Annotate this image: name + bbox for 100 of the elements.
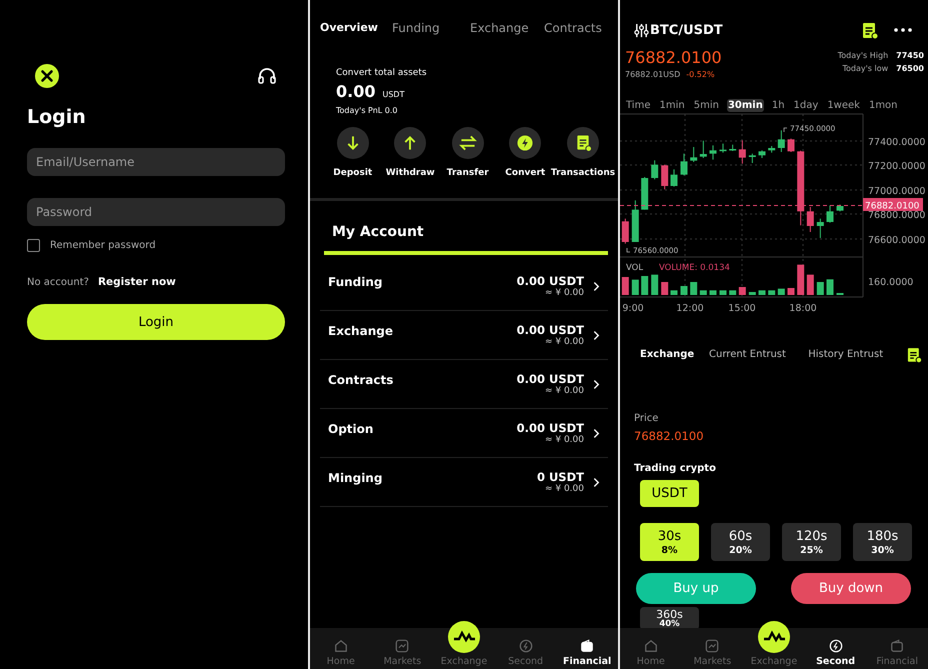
wallet-icon [890, 639, 904, 653]
checkbox[interactable] [27, 239, 40, 252]
clipboard-icon[interactable] [907, 346, 922, 363]
volume-bar [816, 282, 824, 295]
account-row[interactable]: Exchange 0.00 USDT ≈ ¥ 0.00 [320, 311, 608, 360]
sliders-icon[interactable] [634, 22, 649, 38]
volume-bar [641, 276, 648, 295]
lightning-icon [828, 639, 843, 653]
account-row[interactable]: Contracts 0.00 USDT ≈ ¥ 0.00 [320, 360, 608, 409]
candle [622, 218, 629, 244]
duration-option[interactable]: 120s 25% [782, 523, 841, 561]
interval-tab[interactable]: 1mon [868, 99, 899, 112]
account-name: Funding [328, 275, 384, 289]
login-button[interactable]: Login [27, 304, 285, 340]
axis-label: 18:00 [789, 303, 817, 312]
tab[interactable]: History Entrust [808, 349, 908, 360]
register-link[interactable]: Register now [98, 276, 176, 288]
account-amount: 0.00 USDT [516, 421, 584, 435]
candle [748, 153, 756, 164]
candle [826, 204, 834, 224]
tab[interactable]: Overview [320, 21, 392, 35]
duration-option[interactable]: 360s 40% [640, 607, 699, 630]
headphones-icon[interactable] [257, 67, 277, 85]
fiat-amount: ≈ ¥ 0.00 [544, 386, 584, 396]
volume-bar [768, 290, 776, 295]
interval-tab[interactable]: 5min [692, 99, 720, 112]
action-label: Withdraw [386, 168, 435, 178]
chevron-right-icon [593, 280, 600, 292]
home-icon [334, 639, 348, 653]
lightning-icon[interactable] [509, 127, 542, 159]
axis-label: 77200.0000 [868, 161, 926, 172]
pair-title: BTC/USDT [650, 22, 723, 38]
candle [816, 218, 824, 238]
stat-label: Today's low [842, 64, 888, 73]
candle [641, 176, 648, 210]
more-icon[interactable] [894, 28, 912, 32]
price-label: Price [634, 413, 660, 424]
page-title: Login [27, 106, 87, 128]
chart-icon [705, 639, 720, 653]
candle [720, 143, 726, 154]
fiat-amount: ≈ ¥ 0.00 [544, 435, 584, 445]
nav-item[interactable]: Financial [558, 639, 616, 667]
interval-tab[interactable]: Time [625, 99, 652, 112]
volume-bar [797, 264, 804, 295]
account-amount: 0.00 USDT [516, 323, 584, 337]
volume-bar [622, 277, 629, 295]
tab[interactable]: Exchange [640, 349, 710, 360]
total-value: 0.00 [336, 82, 376, 101]
transfer-icon[interactable] [452, 127, 484, 159]
volume-bar [632, 280, 639, 295]
axis-label: 12:00 [676, 303, 704, 312]
volume-bar [729, 290, 736, 295]
duration-option[interactable]: 60s 20% [711, 523, 770, 561]
volume-label: VOL [626, 263, 644, 273]
account-row[interactable]: Funding 0.00 USDT ≈ ¥ 0.00 [320, 262, 608, 311]
nav-item[interactable]: Second [806, 639, 865, 667]
interval-tab[interactable]: 1week [826, 99, 861, 112]
interval-tab[interactable]: 30min [726, 99, 764, 112]
currency-unit: USDT [382, 90, 404, 99]
account-name: Minging [328, 471, 384, 485]
tab[interactable]: Contracts [544, 21, 618, 35]
account-amount: 0 USDT [536, 470, 584, 484]
tab[interactable]: Exchange [470, 21, 544, 35]
account-row[interactable]: Minging 0 USDT ≈ ¥ 0.00 [320, 458, 608, 507]
close-icon[interactable] [35, 64, 59, 88]
candle [836, 204, 844, 212]
interval-tab[interactable]: 1min [658, 99, 686, 112]
account-name: Exchange [328, 324, 394, 338]
axis-label: 9:00 [622, 303, 644, 312]
chevron-right-icon [593, 476, 600, 488]
volume-bar [778, 288, 785, 295]
candle [670, 168, 678, 188]
section-title: My Account [332, 224, 425, 240]
wallet-icon [580, 639, 594, 653]
duration-option[interactable]: 30s 8% [640, 523, 699, 561]
tab[interactable]: Current Entrust [709, 349, 808, 360]
volume-bar [748, 292, 756, 295]
clipboard-icon[interactable] [567, 127, 599, 159]
section-label: Trading crypto [634, 463, 717, 474]
chart-icon [395, 639, 410, 653]
arrow-up-icon[interactable] [394, 127, 426, 159]
axis-label: 77000.0000 [868, 186, 926, 197]
clipboard-icon[interactable] [862, 21, 878, 39]
tab[interactable]: Funding [392, 21, 470, 35]
volume-bar [651, 274, 658, 295]
duration-option[interactable]: 180s 30% [853, 523, 912, 561]
arrow-down-icon[interactable] [336, 127, 369, 159]
candle [806, 206, 814, 232]
axis-label: 76800.0000 [868, 210, 926, 221]
candle [738, 140, 746, 164]
stat-label: Today's High [838, 51, 888, 60]
account-row[interactable]: Option 0.00 USDT ≈ ¥ 0.00 [320, 409, 608, 458]
candle [690, 146, 698, 162]
candle [758, 150, 766, 158]
buy-down-button[interactable]: Buy down [791, 573, 911, 604]
interval-tab[interactable]: 1h [770, 99, 786, 112]
email-field[interactable]: Email/Username [27, 148, 285, 176]
password-field[interactable]: Password [27, 198, 285, 226]
interval-tab[interactable]: 1day [792, 99, 820, 112]
crypto-chip[interactable]: USDT [640, 480, 699, 507]
